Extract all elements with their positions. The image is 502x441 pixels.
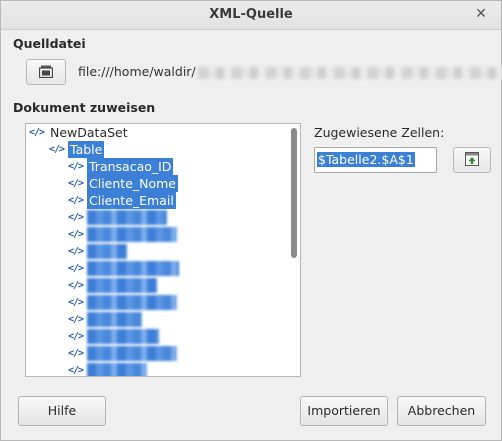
xml-source-dialog: XML-Quelle ✕ Quelldatei file:///home/wal… — [0, 0, 502, 441]
xml-tag-icon: </> — [68, 314, 84, 325]
xml-tag-icon: </> — [68, 297, 84, 308]
tree-node-redacted[interactable]: </> — [68, 209, 167, 226]
tree-scrollbar[interactable] — [290, 126, 298, 372]
redacted-label — [87, 210, 167, 225]
tree-node-redacted[interactable]: </> — [68, 345, 177, 362]
xml-tag-icon: </> — [68, 348, 84, 359]
redacted-label — [87, 295, 177, 310]
assigned-cells-field[interactable]: $Tabelle2.$A$1 — [314, 147, 437, 173]
xml-tag-icon: </> — [68, 280, 84, 291]
tree-node-cliente-email[interactable]: </> Cliente_Email — [68, 192, 176, 209]
close-icon[interactable]: ✕ — [473, 6, 489, 22]
import-button[interactable]: Importieren — [300, 396, 388, 426]
tree-node-table[interactable]: </> Table — [49, 141, 105, 158]
source-file-heading: Quelldatei — [13, 36, 86, 51]
tree-node-cliente-nome[interactable]: </> Cliente_Nome — [68, 175, 178, 192]
source-path: file:///home/waldir/ — [78, 64, 502, 79]
tree-node-redacted[interactable]: </> — [68, 294, 177, 311]
xml-tag-icon: </> — [68, 212, 84, 223]
xml-tag-icon: </> — [68, 331, 84, 342]
tree-node-label: Cliente_Email — [87, 192, 176, 209]
xml-tag-icon: </> — [68, 263, 84, 274]
xml-tag-icon: </> — [68, 195, 84, 206]
source-path-text: file:///home/waldir/ — [78, 64, 196, 79]
redacted-label — [87, 244, 127, 259]
assign-document-heading: Dokument zuweisen — [13, 100, 156, 115]
help-button[interactable]: Hilfe — [18, 396, 106, 426]
tree-node-label: Transacao_ID — [87, 158, 174, 175]
tree-node-label: Table — [68, 141, 105, 158]
tree-node-redacted[interactable]: </> — [68, 243, 127, 260]
title-bar: XML-Quelle ✕ — [1, 1, 501, 30]
redacted-label — [87, 329, 159, 344]
tree-node-redacted[interactable]: </> — [68, 311, 142, 328]
redacted-label — [87, 312, 142, 327]
browse-source-button[interactable] — [26, 59, 66, 85]
xml-tag-icon: </> — [68, 365, 84, 376]
redacted-label — [87, 363, 147, 376]
xml-tag-icon: </> — [68, 229, 84, 240]
tree-node-redacted[interactable]: </> — [68, 226, 177, 243]
tree-node-redacted[interactable]: </> — [68, 277, 157, 294]
tree-node-redacted[interactable]: </> — [68, 328, 159, 345]
xml-tag-icon: </> — [68, 178, 84, 189]
tree-node-label: NewDataSet — [50, 125, 128, 140]
xml-tag-icon: </> — [49, 144, 65, 155]
dialog-title: XML-Quelle — [209, 7, 293, 22]
shrink-dialog-button[interactable] — [453, 147, 491, 173]
shrink-dialog-icon — [465, 152, 479, 166]
xml-tree[interactable]: </> NewDataSet </> Table </> Transacao_ID <… — [25, 123, 301, 377]
tree-node-label: Cliente_Nome — [87, 175, 178, 192]
tree-node-redacted[interactable]: </> — [68, 260, 179, 277]
tree-node-newdataset[interactable]: </> NewDataSet — [29, 124, 130, 141]
redacted-label — [87, 346, 177, 361]
redacted-label — [87, 227, 177, 242]
cancel-button[interactable]: Abbrechen — [397, 396, 486, 426]
tree-node-transacao-id[interactable]: </> Transacao_ID — [68, 158, 174, 175]
redacted-label — [87, 278, 157, 293]
xml-tag-icon: </> — [68, 246, 84, 257]
xml-tag-icon: </> — [29, 127, 45, 138]
redacted-label — [87, 261, 179, 276]
assigned-cells-label: Zugewiesene Zellen: — [314, 125, 445, 140]
tree-node-redacted[interactable]: </> — [68, 362, 147, 376]
xml-tag-icon: </> — [68, 161, 84, 172]
redacted-path — [197, 66, 502, 79]
assigned-cells-value: $Tabelle2.$A$1 — [317, 152, 415, 167]
scrollbar-thumb[interactable] — [291, 128, 297, 258]
folder-icon — [39, 65, 53, 78]
